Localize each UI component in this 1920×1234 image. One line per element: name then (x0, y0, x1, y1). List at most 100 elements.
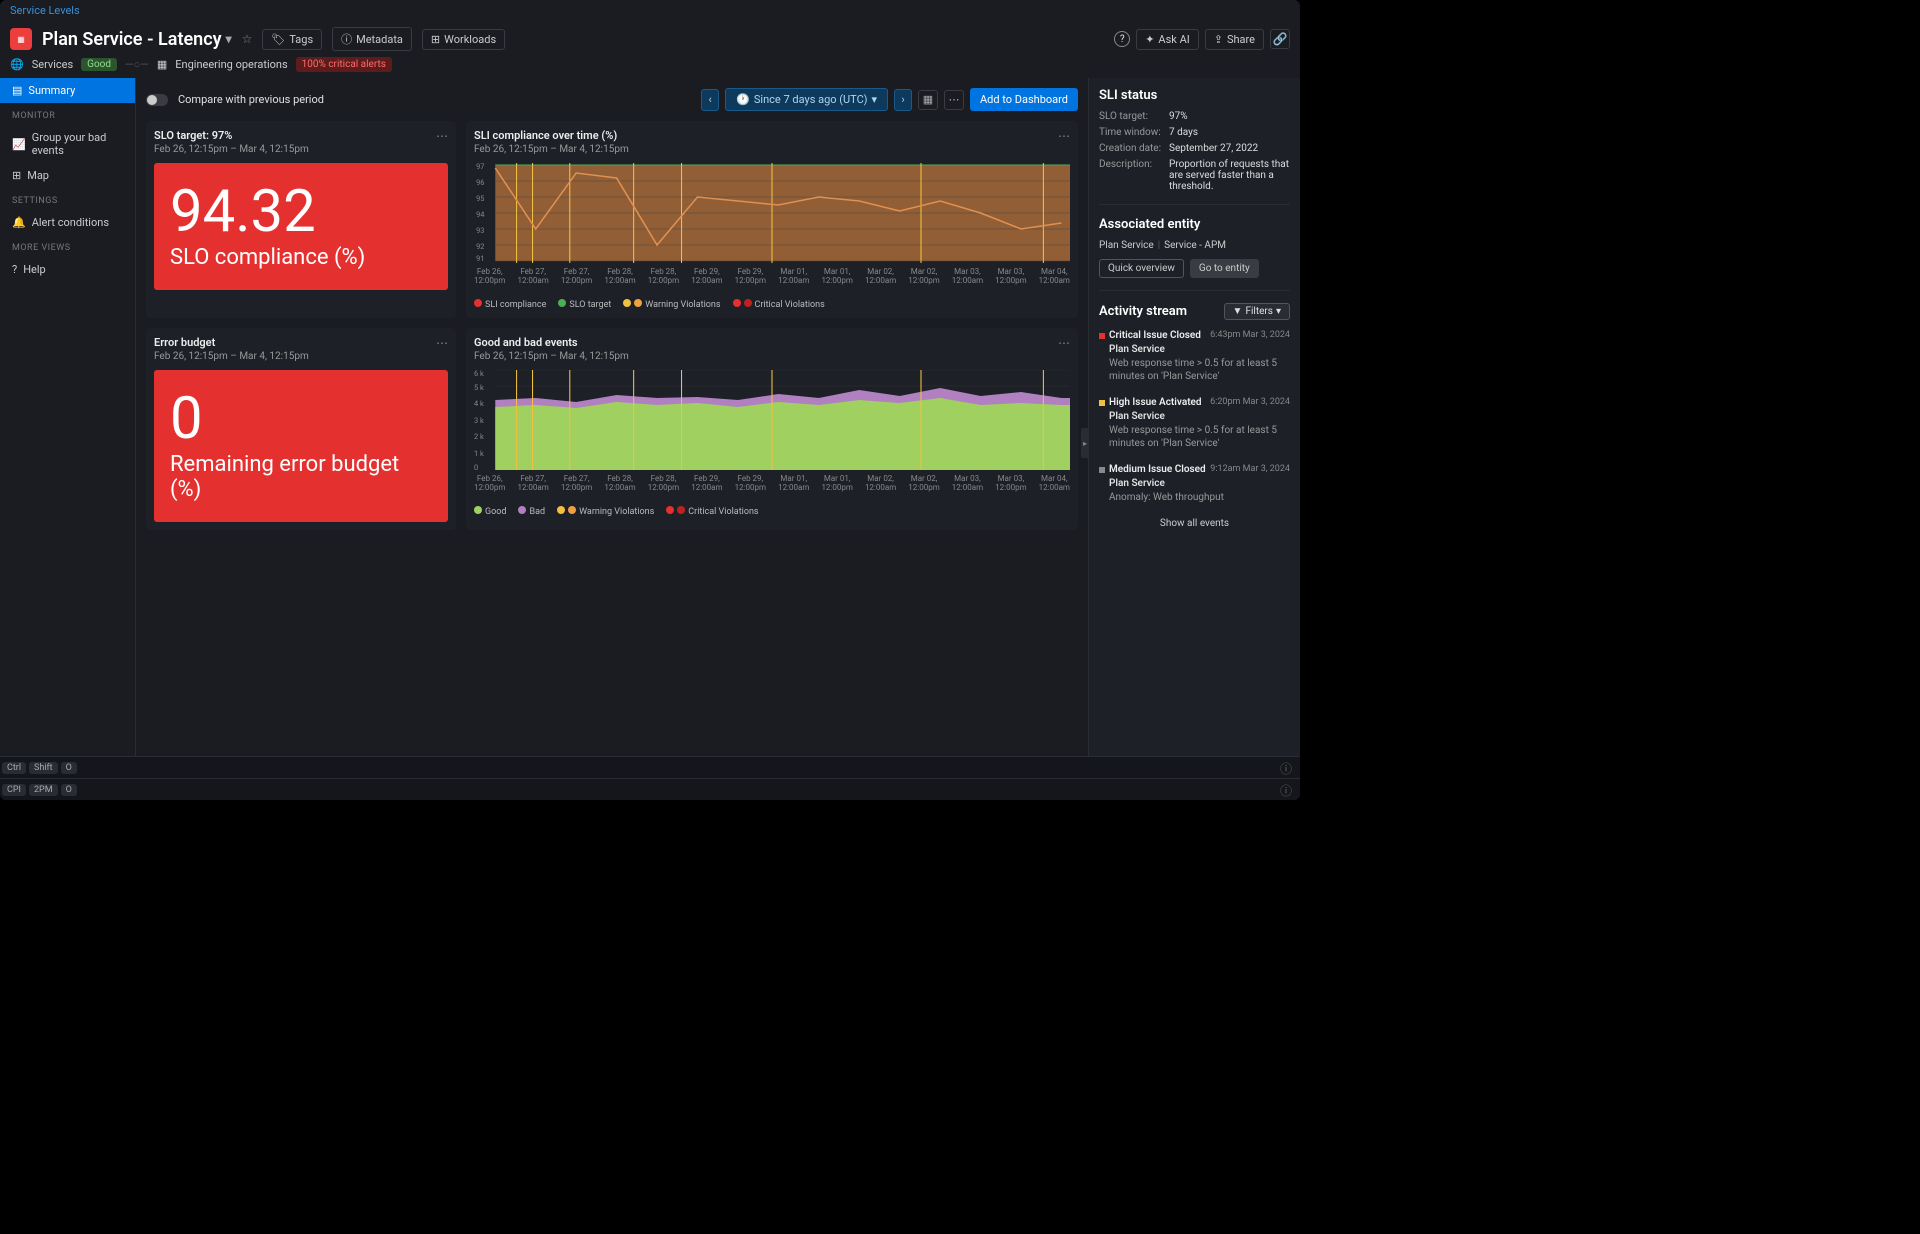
time-range-picker[interactable]: 🕐 Since 7 days ago (UTC) ▾ (725, 88, 888, 111)
grid-icon: ▦ (157, 58, 167, 71)
tags-button[interactable]: 🏷 Tags (262, 29, 322, 50)
kbd-key: O (61, 784, 77, 796)
sidebar-header-monitor: MONITOR (0, 103, 135, 125)
link-icon[interactable]: 🔗 (1270, 29, 1290, 49)
add-dashboard-button[interactable]: Add to Dashboard (970, 88, 1078, 111)
card-title: Good and bad events (474, 336, 1070, 349)
x-axis-label: Feb 26,12:00pm (474, 475, 505, 493)
sidebar-item-alert[interactable]: 🔔 Alert conditions (0, 210, 135, 235)
share-button[interactable]: ⇪ Share (1205, 29, 1264, 50)
time-next-button[interactable]: › (894, 89, 912, 111)
associated-entity-title: Associated entity (1099, 217, 1290, 232)
info-icon[interactable]: ⓘ (1280, 760, 1292, 777)
breadcrumb[interactable]: Service Levels (0, 0, 1300, 21)
x-axis-label: Feb 28,12:00pm (648, 268, 679, 286)
x-axis-label: Feb 27,12:00am (518, 475, 549, 493)
x-axis-label: Feb 29,12:00am (691, 475, 722, 493)
x-axis-label: Feb 28,12:00pm (648, 475, 679, 493)
star-icon[interactable]: ☆ (242, 32, 253, 46)
card-title: SLI compliance over time (%) (474, 129, 1070, 142)
card-menu-icon[interactable]: ⋯ (436, 336, 448, 350)
activity-stream-title: Activity stream (1099, 304, 1187, 319)
grid-view-icon[interactable]: ▦ (918, 90, 938, 110)
subheader: 🌐 Services Good —○— ▦ Engineering operat… (0, 57, 1300, 78)
svg-text:96: 96 (476, 178, 484, 187)
time-prev-button[interactable]: ‹ (701, 89, 719, 111)
x-axis-label: Mar 01,12:00am (778, 475, 809, 493)
footer-bar-1: CtrlShiftO ⓘ (0, 756, 1300, 778)
card-sli-compliance: SLI compliance over time (%) Feb 26, 12:… (466, 121, 1078, 318)
right-panel: SLI status SLO target:97% Time window:7 … (1088, 78, 1300, 778)
card-good-bad: Good and bad events Feb 26, 12:15pm – Ma… (466, 328, 1078, 530)
workloads-button[interactable]: ⊞ Workloads (422, 29, 505, 50)
svg-text:91: 91 (476, 254, 484, 263)
card-slo-target: SLO target: 97% Feb 26, 12:15pm – Mar 4,… (146, 121, 456, 318)
svg-text:0: 0 (474, 463, 478, 470)
collapse-handle[interactable]: ▸ (1081, 428, 1088, 458)
footer-bar-2: CPI2PMO ⓘ (0, 778, 1300, 800)
help-icon[interactable]: ? (1114, 31, 1130, 47)
sidebar-item-help[interactable]: ? Help (0, 257, 135, 282)
info-icon[interactable]: ⓘ (1280, 782, 1292, 799)
metadata-button[interactable]: ⓘ Metadata (332, 27, 412, 51)
x-axis-label: Feb 29,12:00pm (735, 268, 766, 286)
chart-legend: Good Bad Warning Violations Critical Vio… (474, 506, 1070, 517)
x-axis-label: Mar 02,12:00am (865, 475, 896, 493)
card-title: SLO target: 97% (154, 129, 448, 142)
error-budget-tile: 0 Remaining error budget (%) (154, 370, 448, 522)
activity-item[interactable]: Medium Issue Closed9:12am Mar 3, 2024Pla… (1099, 464, 1290, 504)
activity-item[interactable]: High Issue Activated6:20pm Mar 3, 2024Pl… (1099, 397, 1290, 450)
sli-status-title: SLI status (1099, 88, 1290, 103)
x-axis-label: Mar 04,12:00am (1039, 475, 1070, 493)
compare-label: Compare with previous period (178, 93, 324, 106)
chevron-down-icon[interactable]: ▾ (226, 32, 232, 46)
slo-compliance-tile: 94.32 SLO compliance (%) (154, 163, 448, 290)
x-axis-label: Feb 28,12:00am (604, 475, 635, 493)
svg-text:6 k: 6 k (474, 370, 484, 378)
svg-text:94: 94 (476, 210, 484, 219)
show-all-events[interactable]: Show all events (1099, 518, 1290, 529)
entity-link[interactable]: Plan Service | Service - APM (1099, 240, 1290, 251)
sidebar-header-settings: SETTINGS (0, 188, 135, 210)
x-axis-label: Mar 02,12:00pm (908, 475, 939, 493)
globe-icon: 🌐 (10, 58, 24, 71)
kbd-key: O (61, 762, 77, 774)
ask-ai-button[interactable]: ✦ Ask AI (1136, 29, 1199, 50)
card-subtitle: Feb 26, 12:15pm – Mar 4, 12:15pm (154, 351, 448, 362)
sidebar-item-summary[interactable]: ▤ Summary (0, 78, 135, 103)
sidebar: ▤ Summary MONITOR 📈 Group your bad event… (0, 78, 136, 778)
alert-badge[interactable]: 100% critical alerts (296, 57, 392, 72)
card-menu-icon[interactable]: ⋯ (1058, 129, 1070, 143)
svg-text:2 k: 2 k (474, 432, 484, 441)
sidebar-header-more: MORE VIEWS (0, 235, 135, 257)
activity-item[interactable]: Critical Issue Closed6:43pm Mar 3, 2024P… (1099, 330, 1290, 383)
x-axis-label: Mar 02,12:00pm (908, 268, 939, 286)
page-title[interactable]: Plan Service - Latency ▾ (42, 29, 232, 50)
quick-overview-button[interactable]: Quick overview (1099, 259, 1184, 278)
x-axis-label: Mar 03,12:00pm (995, 268, 1026, 286)
x-axis-label: Feb 26,12:00pm (474, 268, 505, 286)
main-content: Compare with previous period ‹ 🕐 Since 7… (136, 78, 1088, 778)
card-subtitle: Feb 26, 12:15pm – Mar 4, 12:15pm (154, 144, 448, 155)
x-axis-label: Feb 27,12:00pm (561, 475, 592, 493)
team-label[interactable]: Engineering operations (175, 58, 287, 71)
compare-toggle[interactable] (146, 94, 168, 106)
more-icon[interactable]: ⋯ (944, 90, 964, 110)
chart-legend: SLI compliance SLO target Warning Violat… (474, 299, 1070, 310)
card-menu-icon[interactable]: ⋯ (436, 129, 448, 143)
slo-compliance-value: 94.32 (170, 183, 432, 241)
x-axis-label: Mar 01,12:00pm (821, 475, 852, 493)
x-axis-label: Mar 04,12:00am (1039, 268, 1070, 286)
services-label[interactable]: Services (32, 58, 73, 71)
filters-button[interactable]: ▼ Filters ▾ (1224, 303, 1290, 320)
sli-compliance-chart[interactable]: 97 96 95 94 93 92 91 (474, 163, 1070, 293)
card-menu-icon[interactable]: ⋯ (1058, 336, 1070, 350)
go-entity-button[interactable]: Go to entity (1190, 259, 1259, 278)
toolbar: Compare with previous period ‹ 🕐 Since 7… (146, 88, 1078, 111)
sidebar-item-group-bad[interactable]: 📈 Group your bad events (0, 125, 135, 163)
status-badge: Good (81, 58, 117, 71)
sidebar-item-map[interactable]: ⊞ Map (0, 163, 135, 188)
svg-text:4 k: 4 k (474, 399, 484, 408)
card-subtitle: Feb 26, 12:15pm – Mar 4, 12:15pm (474, 144, 1070, 155)
good-bad-chart[interactable]: 6 k 5 k 4 k 3 k 2 k 1 k 0 (474, 370, 1070, 500)
